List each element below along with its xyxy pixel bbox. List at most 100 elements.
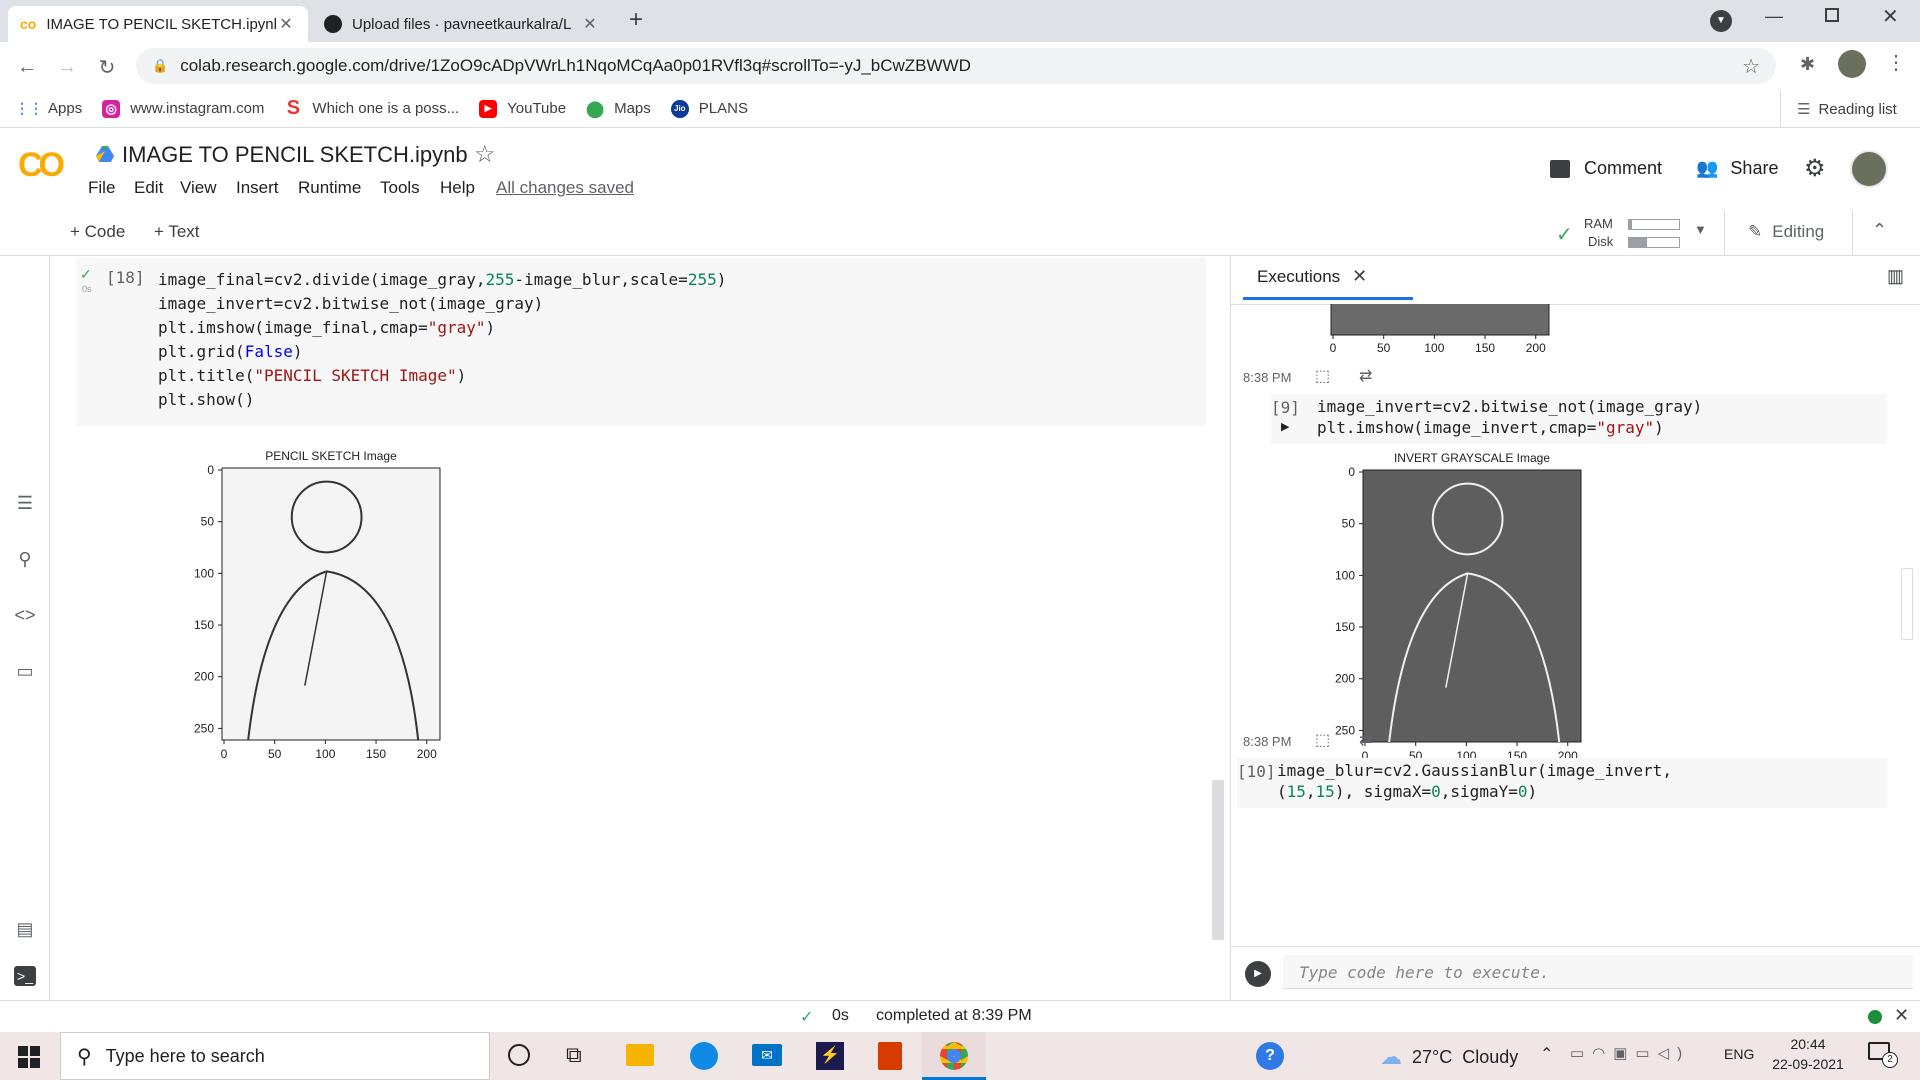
- restore-icon[interactable]: [1825, 8, 1839, 22]
- run-success-icon[interactable]: ✓: [80, 266, 92, 283]
- expand-arrow-icon[interactable]: ▶: [1281, 420, 1289, 433]
- execution-cell[interactable]: [9] ▶ image_invert=cv2.bitwise_not(image…: [1271, 394, 1887, 444]
- menu-tools[interactable]: Tools: [380, 178, 420, 198]
- executions-scrollbar[interactable]: [1901, 568, 1913, 640]
- menu-edit[interactable]: Edit: [134, 178, 163, 198]
- add-text-button[interactable]: + Text: [154, 222, 200, 242]
- x-tick-label: 100: [1424, 341, 1444, 354]
- tab-title: Upload files · pavneetkaurkalra/L: [352, 15, 572, 33]
- run-play-icon[interactable]: ▶: [1245, 961, 1271, 987]
- powershell-icon[interactable]: ⚡: [816, 1042, 844, 1070]
- copy-to-cell-icon[interactable]: ⬚: [1315, 730, 1330, 750]
- cells-scrollbar[interactable]: [1212, 780, 1224, 940]
- add-code-button[interactable]: + Code: [70, 222, 125, 242]
- browser-tab-github[interactable]: Upload files · pavneetkaurkalra/L ✕: [312, 6, 612, 42]
- pencil-sketch-plot: PENCIL SKETCH Image 0 50 100 150 200 250 0 50 100…: [194, 449, 441, 761]
- colab-status-bar: ✓ 0s completed at 8:39 PM ✕: [0, 1000, 1920, 1032]
- y-tick-label: 150: [1335, 620, 1355, 634]
- execute-code-input[interactable]: Type code here to execute.: [1283, 955, 1913, 989]
- command-palette-icon[interactable]: ▤: [12, 916, 38, 942]
- swap-icon[interactable]: ⇄: [1359, 366, 1372, 386]
- left-sidebar: ☰ ⚲ <> ▭ ▤ >_: [0, 256, 50, 1000]
- table-of-contents-icon[interactable]: ☰: [12, 490, 38, 516]
- bookmark-instagram[interactable]: ◎ www.instagram.com: [102, 99, 264, 118]
- weather-widget[interactable]: ☁ 27°C Cloudy: [1380, 1044, 1518, 1070]
- reload-icon[interactable]: ↻: [92, 52, 122, 82]
- settings-gear-icon[interactable]: ⚙: [1804, 154, 1826, 183]
- menu-view[interactable]: View: [180, 178, 217, 198]
- mail-icon[interactable]: ✉: [752, 1044, 782, 1066]
- close-window-icon[interactable]: ✕: [1882, 4, 1899, 29]
- colab-avatar[interactable]: [1850, 150, 1888, 188]
- help-icon[interactable]: ?: [1256, 1042, 1284, 1070]
- resources-dropdown-icon[interactable]: ▼: [1694, 222, 1707, 237]
- disk-bar: [1628, 237, 1680, 248]
- browser-menu-icon[interactable]: ⋮: [1886, 50, 1906, 75]
- close-tab-icon[interactable]: ✕: [276, 14, 296, 34]
- menu-insert[interactable]: Insert: [236, 178, 279, 198]
- notebook-title[interactable]: IMAGE TO PENCIL SKETCH.ipynb: [122, 142, 468, 168]
- comment-button[interactable]: Comment: [1550, 158, 1662, 179]
- panel-layout-icon[interactable]: ▥: [1887, 266, 1904, 287]
- notifications-icon[interactable]: 2: [1868, 1042, 1898, 1068]
- close-panel-icon[interactable]: ✕: [1352, 266, 1367, 287]
- forward-icon[interactable]: →: [52, 52, 82, 82]
- copy-to-cell-icon[interactable]: ⬚: [1315, 366, 1330, 386]
- reading-list[interactable]: ☰ Reading list: [1780, 90, 1897, 128]
- bookmark-maps[interactable]: ⬤ Maps: [586, 100, 651, 118]
- language-indicator[interactable]: ENG: [1724, 1046, 1754, 1062]
- editing-mode-button[interactable]: ✎ Editing: [1748, 222, 1824, 242]
- files-folder-icon[interactable]: ▭: [12, 658, 38, 684]
- new-tab-button[interactable]: +: [620, 6, 652, 36]
- resources-indicator[interactable]: ✓ RAM Disk ▼: [1556, 216, 1716, 252]
- system-tray-icons[interactable]: ▭◠▣▭◁): [1570, 1044, 1690, 1062]
- profile-avatar[interactable]: [1838, 50, 1866, 78]
- execution-cell[interactable]: [10] image_blur=cv2.GaussianBlur(image_i…: [1237, 758, 1887, 808]
- y-tick-label: 100: [194, 566, 214, 580]
- tab-search-icon[interactable]: ▼: [1710, 10, 1732, 32]
- taskbar-search-box[interactable]: ⚲ Type here to search: [60, 1032, 490, 1080]
- bookmark-star-icon[interactable]: ☆: [1742, 54, 1760, 79]
- show-hidden-icons-icon[interactable]: ⌃: [1540, 1044, 1553, 1064]
- collapse-header-icon[interactable]: ⌃: [1872, 220, 1887, 241]
- extensions-icon[interactable]: ✱: [1800, 54, 1815, 75]
- back-icon[interactable]: ←: [12, 52, 42, 82]
- office-icon[interactable]: [878, 1042, 902, 1070]
- swap-icon[interactable]: ⇄: [1359, 730, 1372, 750]
- close-tab-icon[interactable]: ✕: [580, 14, 600, 34]
- share-button[interactable]: 👥 Share: [1696, 158, 1778, 179]
- code-snippets-icon[interactable]: <>: [12, 602, 38, 628]
- minimize-icon[interactable]: —: [1765, 6, 1783, 27]
- address-bar[interactable]: 🔒 colab.research.google.com/drive/1ZoO9c…: [136, 48, 1776, 84]
- bookmark-which-one[interactable]: S Which one is a poss...: [284, 97, 459, 119]
- file-explorer-icon[interactable]: [626, 1044, 654, 1066]
- cortana-icon[interactable]: [508, 1044, 530, 1066]
- save-status[interactable]: All changes saved: [496, 178, 634, 198]
- bookmark-youtube[interactable]: ▶ YouTube: [479, 99, 566, 118]
- star-icon[interactable]: ☆: [474, 140, 496, 169]
- code-editor[interactable]: image_final=cv2.divide(image_gray,255-im…: [158, 268, 726, 412]
- y-tick-label: 50: [1342, 517, 1356, 531]
- search-icon[interactable]: ⚲: [12, 546, 38, 572]
- ram-label: RAM: [1584, 216, 1613, 231]
- share-label: Share: [1730, 158, 1779, 178]
- browser-tab-strip: co IMAGE TO PENCIL SKETCH.ipynb ✕ Upload…: [0, 0, 1920, 42]
- browser-tab-colab[interactable]: co IMAGE TO PENCIL SKETCH.ipynb ✕: [8, 6, 308, 42]
- menu-file[interactable]: File: [88, 178, 115, 198]
- code-cell[interactable]: ✓ 0s [18] image_final=cv2.divide(image_g…: [76, 258, 1206, 426]
- task-view-icon[interactable]: ⧉: [566, 1042, 582, 1068]
- menu-help[interactable]: Help: [440, 178, 475, 198]
- terminal-icon[interactable]: >_: [14, 966, 36, 986]
- close-status-icon[interactable]: ✕: [1894, 1005, 1909, 1026]
- windows-start-icon[interactable]: [18, 1046, 40, 1068]
- edge-icon[interactable]: [690, 1042, 718, 1070]
- menu-runtime[interactable]: Runtime: [298, 178, 361, 198]
- bookmark-plans[interactable]: Jio PLANS: [670, 99, 748, 118]
- windows-taskbar: ⚲ Type here to search ⧉ ✉ ⚡ ? ☁ 27°C Clo…: [0, 1032, 1920, 1080]
- clock[interactable]: 20:44 22-09-2021: [1768, 1036, 1848, 1072]
- chrome-taskbar-button[interactable]: [922, 1032, 986, 1080]
- y-tick-label: 250: [1335, 723, 1355, 737]
- executions-tab[interactable]: Executions ✕: [1243, 256, 1413, 300]
- bookmark-apps[interactable]: ⋮⋮ Apps: [15, 100, 82, 118]
- colab-logo[interactable]: CO: [18, 146, 65, 185]
